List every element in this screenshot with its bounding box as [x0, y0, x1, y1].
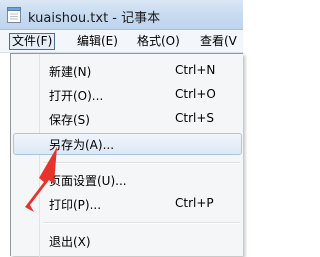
menu-item-page-setup[interactable]: 页面设置(U)... [13, 169, 242, 191]
menu-item-shortcut: Ctrl+N [175, 63, 216, 77]
menu-item-label: 打印(P)... [49, 198, 102, 212]
menu-item-label: 打开(O)... [49, 89, 104, 103]
window-title: kuaishou.txt - 记事本 [28, 11, 161, 26]
menu-separator [43, 222, 240, 224]
menu-file[interactable]: 文件(F) [9, 33, 56, 50]
menu-item-new[interactable]: 新建(N) Ctrl+N [13, 60, 242, 82]
menu-item-open[interactable]: 打开(O)... Ctrl+O [13, 84, 242, 106]
menu-bar: 文件(F) 编辑(E) 格式(O) 查看(V [0, 30, 243, 53]
file-menu-dropdown: 新建(N) Ctrl+N 打开(O)... Ctrl+O 保存(S) Ctrl+… [10, 53, 243, 257]
menu-item-save-as[interactable]: 另存为(A)... [13, 133, 242, 155]
menu-view[interactable]: 查看(V [200, 33, 237, 50]
menu-item-save[interactable]: 保存(S) Ctrl+S [13, 108, 242, 130]
menu-item-label: 保存(S) [49, 113, 90, 127]
notepad-icon [7, 7, 21, 23]
menu-item-label: 退出(X) [49, 235, 91, 249]
menu-item-label: 页面设置(U)... [49, 174, 127, 188]
menu-format[interactable]: 格式(O) [137, 33, 180, 50]
menu-item-print[interactable]: 打印(P)... Ctrl+P [13, 193, 242, 215]
title-bar[interactable]: kuaishou.txt - 记事本 [0, 0, 243, 30]
menu-item-shortcut: Ctrl+P [175, 196, 214, 210]
menu-item-exit[interactable]: 退出(X) [13, 230, 242, 252]
menu-item-shortcut: Ctrl+O [175, 87, 216, 101]
menu-item-label: 另存为(A)... [49, 138, 115, 152]
menu-item-label: 新建(N) [49, 65, 92, 79]
menu-separator [43, 162, 240, 164]
menu-edit[interactable]: 编辑(E) [77, 33, 118, 50]
menu-item-shortcut: Ctrl+S [175, 111, 215, 125]
